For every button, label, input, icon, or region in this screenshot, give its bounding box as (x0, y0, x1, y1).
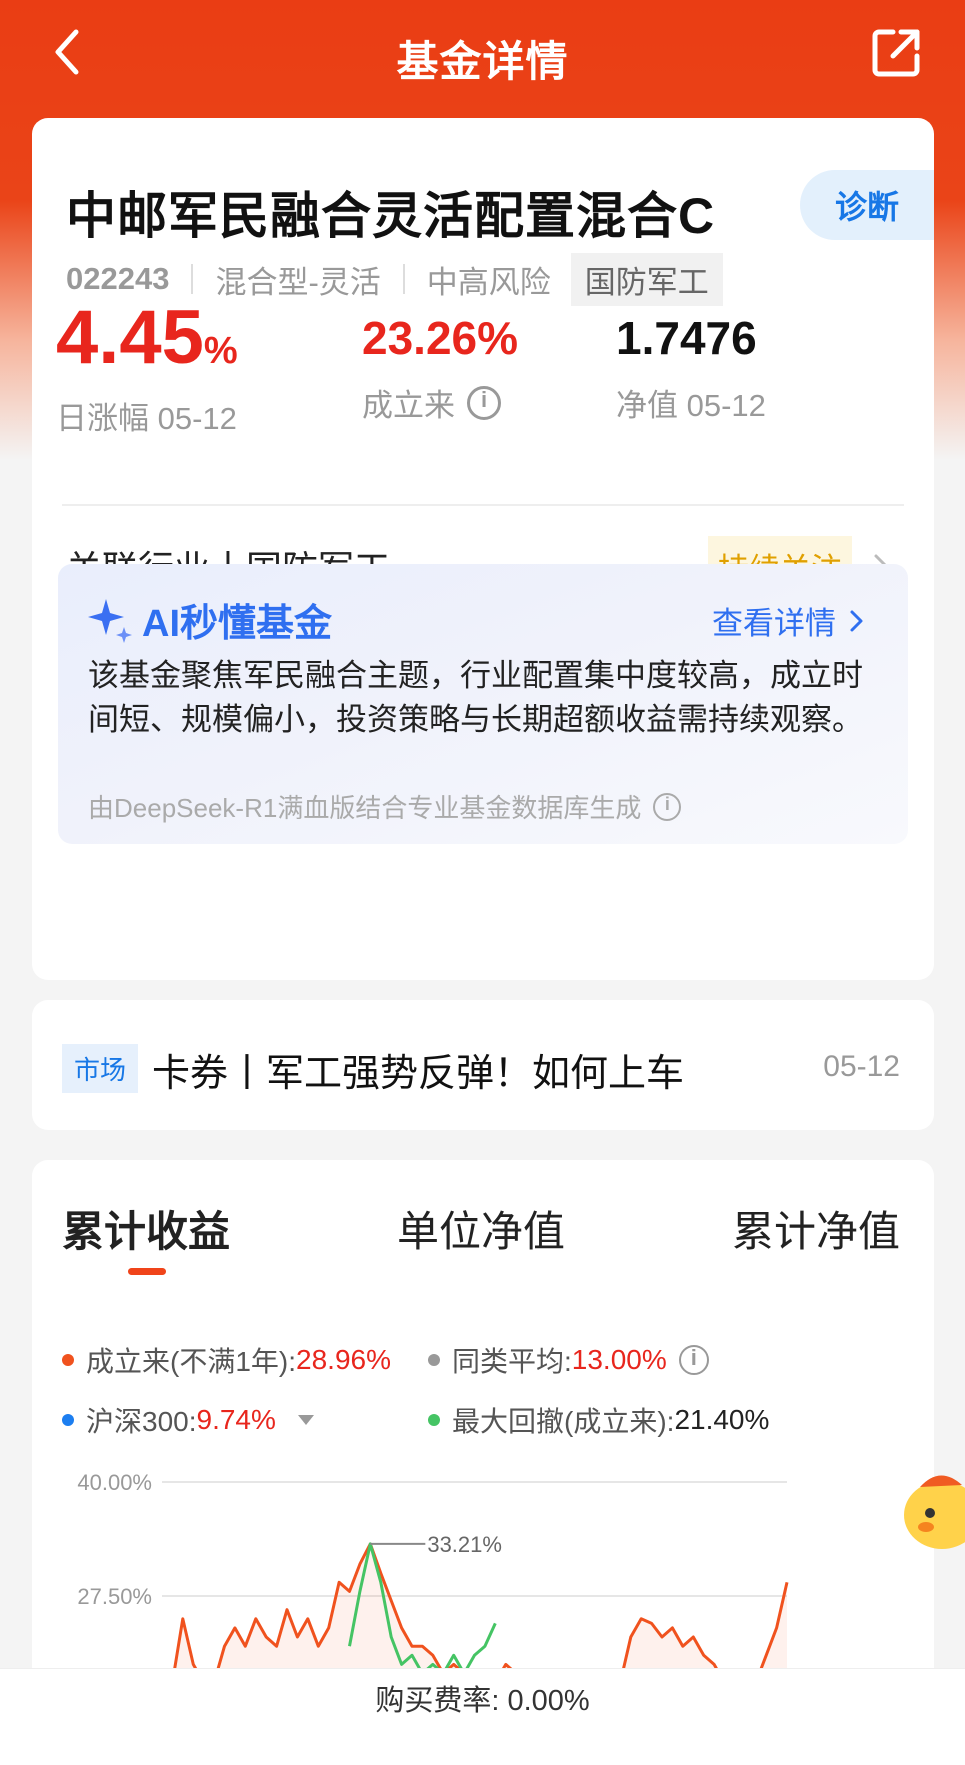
divider (62, 504, 904, 506)
ai-title: AI秒懂基金 (142, 603, 333, 645)
legend-dot (428, 1354, 440, 1366)
share-icon[interactable] (869, 24, 925, 80)
legend-max-drawdown: 最大回撤(成立来): 21.40% (428, 1400, 769, 1440)
fund-name: 中邮军民融合灵活配置混合C (66, 188, 716, 244)
ai-summary-text: 该基金聚焦军民融合主题，行业配置集中度较高，成立时间短、规模偏小，投资策略与长期… (88, 658, 863, 737)
fund-summary-card: 中邮军民融合灵活配置混合C 诊断 022243 混合型-灵活 中高风险 国防军工… (32, 118, 934, 980)
legend-dot (62, 1414, 74, 1426)
dropdown-arrow-icon[interactable] (297, 1415, 314, 1425)
daily-change-value: 4.45% (56, 295, 238, 380)
since-inception-stat: 23.26% 成立来 (362, 298, 518, 425)
nav-stat: 1.7476 净值 05-12 (616, 298, 766, 425)
info-icon[interactable] (678, 1345, 709, 1375)
legend-peer-average: 同类平均: 13.00% (428, 1340, 709, 1380)
mascot-icon[interactable] (900, 1465, 965, 1565)
since-inception-value: 23.26% (362, 312, 519, 364)
nav-bar: 基金详情 (0, 0, 965, 108)
meta-divider (191, 264, 194, 294)
legend-dot (428, 1414, 440, 1426)
news-tag: 市场 (62, 1044, 139, 1093)
info-icon[interactable] (653, 792, 682, 821)
news-date: 05-12 (823, 1050, 900, 1083)
sparkle-icon (88, 598, 132, 643)
view-details-label: 查看详情 (712, 606, 836, 641)
tab-cumulative-nav[interactable]: 累计净值 (732, 1198, 900, 1259)
tab-cumulative-return[interactable]: 累计收益 (62, 1198, 230, 1259)
daily-change-stat: 4.45% 日涨幅 05-12 (56, 298, 238, 438)
meta-divider (402, 264, 405, 294)
tab-unit-nav[interactable]: 单位净值 (397, 1198, 565, 1259)
fund-code: 022243 (66, 261, 170, 296)
legend-hs300[interactable]: 沪深300: 9.74% (62, 1400, 314, 1440)
nav-value: 1.7476 (616, 312, 757, 364)
ai-source-note: 由DeepSeek-R1满血版结合专业基金数据库生成 (88, 793, 642, 823)
fund-risk: 中高风险 (426, 264, 551, 300)
since-inception-label: 成立来 (362, 388, 455, 423)
y-tick-label: 27.50% (77, 1584, 152, 1609)
chevron-right-icon (850, 610, 863, 631)
bottom-bar: 购买费率: 0.00% (0, 1668, 965, 1765)
active-tab-indicator (128, 1268, 166, 1275)
y-tick-label: 40.00% (77, 1470, 152, 1495)
purchase-fee: 购买费率: 0.00% (375, 1685, 590, 1717)
legend-dot (62, 1354, 74, 1366)
fund-type: 混合型-灵活 (215, 264, 381, 300)
peak-label: 33.21% (427, 1532, 502, 1557)
info-icon[interactable] (467, 385, 501, 420)
daily-change-label: 日涨幅 05-12 (56, 401, 237, 436)
news-card[interactable]: 市场 卡券丨军工强势反弹！如何上车 05-12 (32, 1000, 934, 1130)
diagnose-button[interactable]: 诊断 (800, 170, 934, 240)
ai-summary-panel: AI秒懂基金 查看详情 该基金聚焦军民融合主题，行业配置集中度较高，成立时间短、… (58, 564, 908, 844)
nav-label: 净值 05-12 (616, 388, 766, 423)
view-details-link[interactable]: 查看详情 (712, 598, 868, 643)
page-title: 基金详情 (396, 38, 569, 85)
news-title: 卡券丨军工强势反弹！如何上车 (152, 1053, 685, 1095)
legend-since-inception: 成立来(不满1年): 28.96% (62, 1340, 391, 1380)
